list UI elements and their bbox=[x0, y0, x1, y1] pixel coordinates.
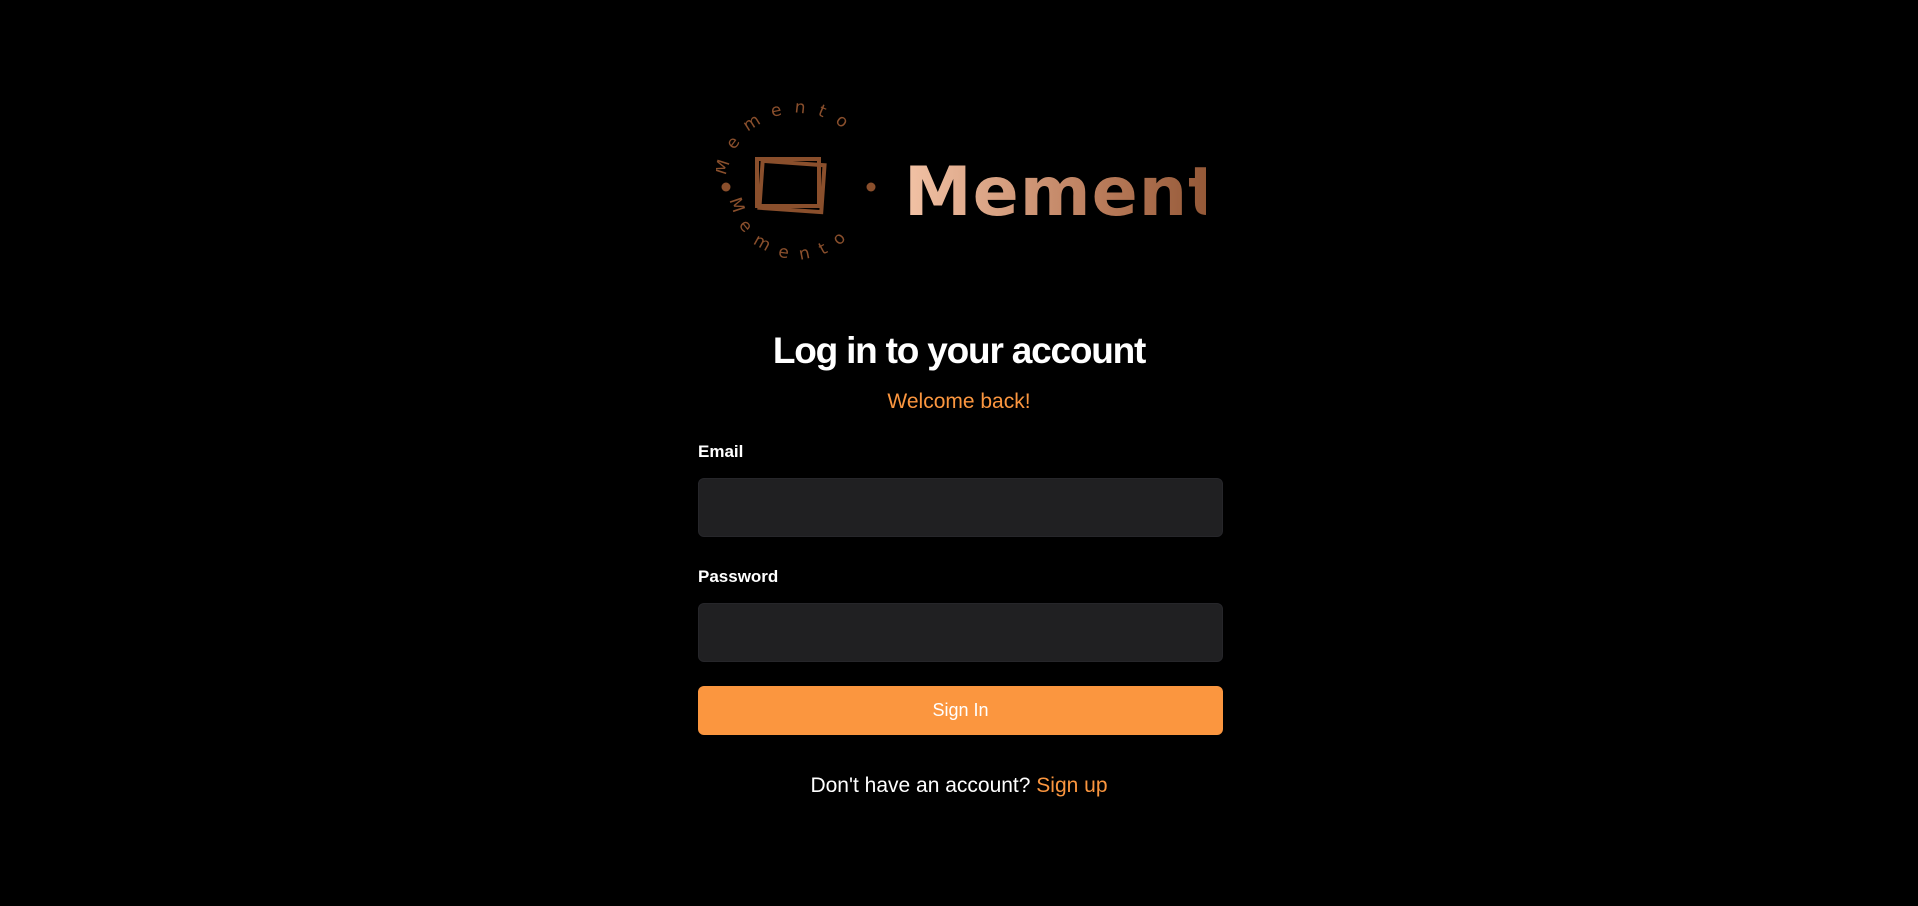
password-label: Password bbox=[698, 567, 779, 586]
welcome-subtitle: Welcome back! bbox=[887, 390, 1031, 413]
svg-text:Memento: Memento bbox=[716, 103, 861, 177]
email-input[interactable] bbox=[698, 478, 1223, 537]
seal-dot-left bbox=[721, 182, 731, 192]
signup-prompt-line: Don't have an account? Sign up bbox=[0, 771, 1918, 801]
sign-in-button[interactable]: Sign In bbox=[698, 686, 1223, 735]
password-input[interactable] bbox=[698, 603, 1223, 662]
page-title: Log in to your account bbox=[772, 330, 1147, 371]
login-page: Memento Memento Memento Log in to your a… bbox=[0, 0, 1918, 906]
password-field-group: Password bbox=[698, 563, 1223, 662]
email-label: Email bbox=[698, 442, 744, 461]
signup-prompt-text: Don't have an account? bbox=[810, 774, 1031, 797]
seal-text-top: Memento bbox=[716, 103, 849, 177]
photo-stack-icon bbox=[755, 157, 827, 215]
seal-emblem: Memento Memento bbox=[716, 103, 876, 265]
brand-wordmark: Memento bbox=[904, 153, 1206, 232]
memento-logo: Memento Memento Memento bbox=[716, 103, 1206, 273]
sign-up-link[interactable]: Sign up bbox=[1036, 774, 1107, 797]
seal-dot-right bbox=[866, 182, 876, 192]
email-field-group: Email bbox=[698, 438, 1223, 537]
